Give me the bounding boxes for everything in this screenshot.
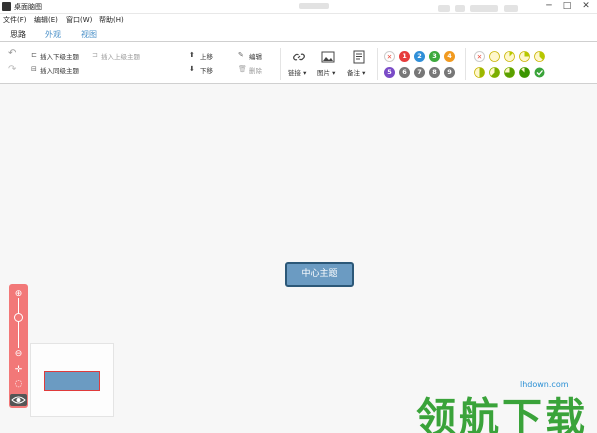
edit-icon: ✎: [238, 51, 244, 59]
delete-button[interactable]: 删除: [249, 65, 262, 75]
watermark-text: 领航下载: [416, 395, 588, 433]
note-icon[interactable]: [352, 50, 366, 64]
priority-clear-icon[interactable]: ✕: [384, 51, 395, 62]
progress-75-icon[interactable]: [504, 67, 515, 78]
minimap-viewport[interactable]: [44, 371, 100, 391]
note-button[interactable]: 备注 ▾: [347, 67, 365, 77]
insert-parent-icon: ⊐: [92, 51, 98, 59]
arrow-down-icon: ⬇: [189, 65, 195, 73]
tray-text-blurred: [470, 5, 498, 12]
overview-minimap[interactable]: [30, 343, 114, 417]
link-button[interactable]: 链接 ▾: [288, 67, 306, 77]
progress-37-icon[interactable]: [534, 51, 545, 62]
priority-5-icon[interactable]: 5: [384, 67, 395, 78]
priority-7-icon[interactable]: 7: [414, 67, 425, 78]
menu-help[interactable]: 帮助(H): [99, 15, 124, 25]
document-title-blurred: [299, 3, 329, 9]
insert-child-button[interactable]: 插入下级主题: [40, 51, 79, 61]
title-bar: 桌面脑图 ─ □ ✕: [0, 0, 597, 14]
priority-8-icon[interactable]: 8: [429, 67, 440, 78]
insert-sibling-icon: ⊟: [31, 65, 37, 73]
tab-view[interactable]: 视图: [81, 29, 97, 40]
progress-none-icon[interactable]: ✕: [474, 51, 485, 62]
ribbon-toolbar: ↶ ↷ ⊏ 插入下级主题 ⊐ 插入上级主题 ⊟ 插入同级主题 ⬆ 上移 ⬇ 下移…: [0, 42, 597, 84]
image-button[interactable]: 图片 ▾: [317, 67, 335, 77]
close-button[interactable]: ✕: [577, 0, 595, 13]
progress-12-icon[interactable]: [504, 51, 515, 62]
insert-sibling-button[interactable]: 插入同级主题: [40, 65, 79, 75]
window-title: 桌面脑图: [14, 3, 42, 11]
priority-4-icon[interactable]: 4: [444, 51, 455, 62]
minimize-button[interactable]: ─: [540, 0, 558, 13]
menu-file[interactable]: 文件(F): [3, 15, 27, 25]
tray-icon-blurred: [438, 5, 450, 12]
app-logo-icon: [2, 2, 11, 11]
tab-mindmap[interactable]: 思路: [10, 29, 26, 40]
progress-62-icon[interactable]: [489, 67, 500, 78]
link-icon[interactable]: [292, 50, 306, 64]
priority-2-icon[interactable]: 2: [414, 51, 425, 62]
priority-3-icon[interactable]: 3: [429, 51, 440, 62]
priority-1-icon[interactable]: 1: [399, 51, 410, 62]
zoom-slider-track[interactable]: [18, 298, 19, 348]
tray-icon-blurred: [455, 5, 465, 12]
progress-25-icon[interactable]: [519, 51, 530, 62]
menu-edit[interactable]: 编辑(E): [34, 15, 58, 25]
move-down-button[interactable]: 下移: [200, 65, 213, 75]
menu-bar: 文件(F) 编辑(E) 窗口(W) 帮助(H): [0, 14, 597, 26]
trash-icon: 🗑: [238, 65, 247, 73]
eye-icon[interactable]: [10, 394, 27, 406]
redo-icon[interactable]: ↷: [8, 64, 16, 75]
progress-50-icon[interactable]: [474, 67, 485, 78]
edit-button[interactable]: 编辑: [249, 51, 262, 61]
move-up-button[interactable]: 上移: [200, 51, 213, 61]
zoom-panel: ⊕ ⊖ ✛ ◌: [9, 284, 28, 408]
progress-87-icon[interactable]: [519, 67, 530, 78]
insert-parent-button[interactable]: 插入上级主题: [101, 51, 140, 61]
progress-done-icon[interactable]: [534, 67, 545, 78]
tray-icon-blurred: [504, 5, 518, 12]
maximize-button[interactable]: □: [558, 0, 576, 13]
undo-icon[interactable]: ↶: [8, 48, 16, 59]
ribbon-separator: [377, 48, 378, 80]
ribbon-separator: [465, 48, 466, 80]
image-icon[interactable]: [321, 50, 335, 64]
menu-window[interactable]: 窗口(W): [66, 15, 92, 25]
zoom-slider-handle[interactable]: [14, 312, 23, 322]
priority-6-icon[interactable]: 6: [399, 67, 410, 78]
insert-child-icon: ⊏: [31, 51, 37, 59]
ribbon-tabs: 思路 外观 视图: [0, 26, 597, 42]
tab-appearance[interactable]: 外观: [45, 29, 61, 40]
reset-zoom-button[interactable]: ◌: [9, 379, 28, 389]
arrow-up-icon: ⬆: [189, 51, 195, 59]
fit-view-button[interactable]: ✛: [9, 365, 28, 375]
central-topic[interactable]: 中心主题: [285, 262, 354, 287]
ribbon-separator: [280, 48, 281, 80]
zoom-out-button[interactable]: ⊖: [9, 349, 28, 359]
priority-9-icon[interactable]: 9: [444, 67, 455, 78]
progress-0-icon[interactable]: [489, 51, 500, 62]
